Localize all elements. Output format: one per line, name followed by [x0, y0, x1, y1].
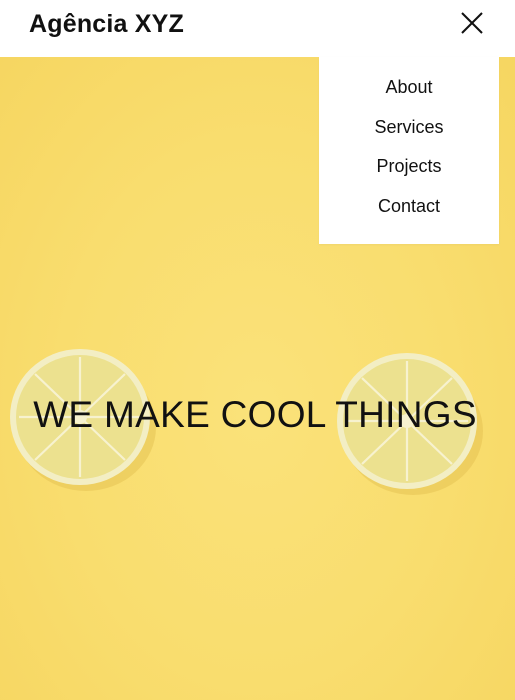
nav-item-projects: Projects [319, 153, 499, 193]
hero-headline: WE MAKE COOL THINGS [33, 394, 477, 435]
brand-logo-text[interactable]: Agência XYZ [29, 9, 184, 39]
nav-link-services[interactable]: Services [374, 114, 443, 140]
site-header: Agência XYZ [0, 0, 515, 57]
nav-item-about: About [319, 74, 499, 114]
close-menu-button[interactable] [458, 9, 486, 37]
close-icon [461, 12, 483, 34]
nav-link-about[interactable]: About [385, 74, 432, 100]
nav-item-contact: Contact [319, 193, 499, 233]
nav-list: About Services Projects Contact [319, 57, 499, 232]
nav-item-services: Services [319, 114, 499, 154]
dropdown-nav-menu: About Services Projects Contact [319, 57, 499, 244]
page: Agência XYZ WE MAKE COOL THINGS About Se… [0, 0, 515, 700]
nav-link-contact[interactable]: Contact [378, 193, 440, 219]
nav-link-projects[interactable]: Projects [376, 153, 441, 179]
